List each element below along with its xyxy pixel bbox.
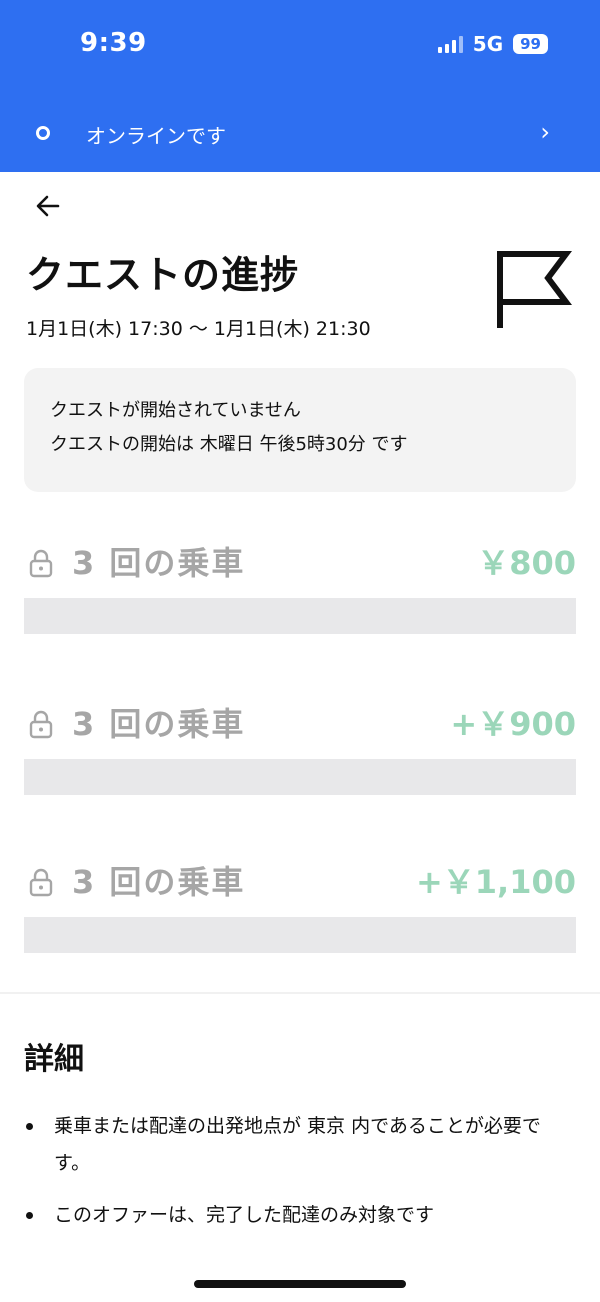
signal-icon — [437, 35, 463, 53]
top-bar: 9:39 5G 99 オンラインです › — [0, 0, 600, 172]
details-title: 詳細 — [24, 1042, 84, 1077]
quest-tier-2: 3 回の乗車 +￥900 — [24, 697, 576, 797]
online-status-label: オンラインです — [86, 124, 226, 148]
lock-icon — [29, 710, 53, 739]
details-list: 乗車または配達の出発地点が 東京 内であることが必要です。 このオファーは、完了… — [24, 1108, 576, 1249]
tier-label: 3 回の乗車 — [72, 705, 246, 743]
details-item-text: 乗車または配達の出発地点が 東京 内であることが必要です。 — [54, 1115, 541, 1174]
status-indicators: 5G 99 — [437, 32, 548, 56]
online-status-banner[interactable]: オンラインです › — [0, 108, 600, 158]
details-item-text: このオファーは、完了した配達のみ対象です — [54, 1204, 435, 1226]
section-divider — [0, 992, 600, 994]
tier-progress-bar — [24, 598, 576, 634]
flag-icon — [497, 251, 572, 328]
quest-tier-3: 3 回の乗車 +￥1,100 — [24, 855, 576, 955]
status-time: 9:39 — [80, 28, 147, 58]
back-arrow-icon[interactable] — [32, 190, 64, 222]
tier-reward: ￥800 — [477, 544, 576, 582]
quest-tier-1: 3 回の乗車 ￥800 — [24, 536, 576, 636]
online-status-icon — [36, 126, 50, 140]
bullet-icon — [26, 1212, 33, 1219]
quest-date-range: 1月1日(木) 17:30 〜 1月1日(木) 21:30 — [26, 318, 371, 340]
lock-icon — [29, 868, 53, 897]
details-item: このオファーは、完了した配達のみ対象です — [24, 1197, 576, 1234]
quest-not-started-notice: クエストが開始されていません クエストの開始は 木曜日 午後5時30分 です — [24, 368, 576, 492]
network-type: 5G — [472, 32, 504, 56]
tier-reward: +￥1,100 — [415, 863, 576, 901]
tier-label: 3 回の乗車 — [72, 544, 246, 582]
details-item: 乗車または配達の出発地点が 東京 内であることが必要です。 — [24, 1108, 576, 1182]
page-title: クエストの進捗 — [26, 253, 300, 297]
notice-line-2: クエストの開始は 木曜日 午後5時30分 です — [50, 434, 408, 455]
tier-label: 3 回の乗車 — [72, 863, 246, 901]
tier-progress-bar — [24, 759, 576, 795]
chevron-right-icon: › — [540, 118, 550, 146]
notice-line-1: クエストが開始されていません — [50, 400, 301, 421]
home-indicator[interactable] — [194, 1280, 406, 1288]
tier-progress-bar — [24, 917, 576, 953]
lock-icon — [29, 549, 53, 578]
battery-level: 99 — [513, 34, 548, 54]
tier-reward: +￥900 — [450, 705, 576, 743]
bullet-icon — [26, 1123, 33, 1130]
